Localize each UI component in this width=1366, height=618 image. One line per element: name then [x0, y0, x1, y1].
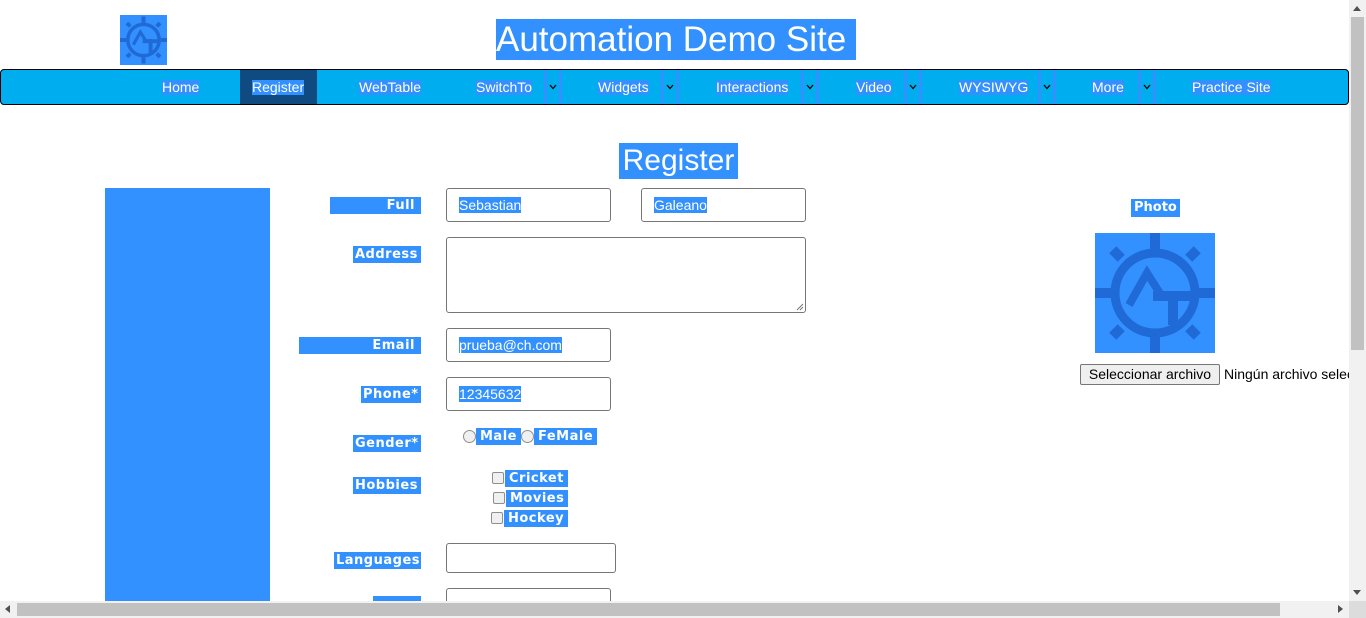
nav-more-dropdown[interactable] [1138, 70, 1156, 104]
nav-register[interactable]: Register [240, 70, 317, 104]
hobbies-label: Hobbies [353, 477, 421, 494]
nav-webtable-label: WebTable [359, 79, 422, 95]
languages-multiselect[interactable] [446, 543, 616, 573]
hobby-cricket-label: Cricket [505, 470, 568, 487]
file-status-text: Ningún archivo seleccionado [1224, 366, 1349, 382]
scroll-left-icon[interactable] [5, 605, 10, 613]
languages-label: Languages [334, 552, 421, 569]
gender-male-label: Male [476, 428, 521, 445]
chevron-down-icon [1043, 84, 1051, 90]
nav-home[interactable]: Home [162, 70, 204, 104]
hobby-movies-checkbox[interactable] [493, 492, 505, 504]
nav-more-label: More [1092, 79, 1124, 95]
hobby-movies-label: Movies [506, 490, 569, 507]
nav-webtable[interactable]: WebTable [359, 70, 429, 104]
phone-value: 12345632 [459, 386, 522, 402]
nav-switchto[interactable]: SwitchTo [476, 70, 536, 104]
skills-select[interactable] [446, 588, 611, 601]
site-title: Automation Demo Site [496, 19, 857, 60]
nav-video-dropdown[interactable] [904, 70, 922, 104]
vertical-scroll-thumb[interactable] [1351, 17, 1364, 350]
scroll-right-icon[interactable] [1338, 605, 1343, 613]
hobby-cricket-checkbox[interactable] [492, 472, 504, 484]
address-textarea[interactable] [446, 237, 806, 313]
phone-label: Phone* [361, 386, 421, 403]
nav-interactions[interactable]: Interactions [716, 70, 792, 104]
choose-file-button[interactable]: Seleccionar archivo [1080, 364, 1220, 385]
photo-preview [1095, 233, 1215, 353]
last-name-value: Galeano [654, 197, 707, 213]
nav-switchto-dropdown[interactable] [544, 70, 562, 104]
resize-grip-icon [796, 303, 804, 311]
gear-logo-icon [1095, 233, 1215, 353]
hobby-hockey-label: Hockey [504, 510, 569, 527]
nav-wysiwyg-label: WYSIWYG [959, 79, 1029, 95]
nav-widgets-label: Widgets [598, 79, 649, 95]
hobby-hockey-checkbox[interactable] [491, 512, 503, 524]
nav-widgets-dropdown[interactable] [661, 70, 679, 104]
page-title: Register [619, 143, 738, 179]
gear-logo-icon [120, 16, 167, 64]
left-sidebar [105, 188, 270, 602]
nav-switchto-label: SwitchTo [476, 79, 533, 95]
photo-label: Photo [1131, 199, 1180, 217]
chevron-down-icon [1143, 84, 1151, 90]
nav-video[interactable]: Video [856, 70, 896, 104]
chevron-down-icon [549, 84, 557, 90]
nav-widgets[interactable]: Widgets [598, 70, 653, 104]
nav-interactions-dropdown[interactable] [801, 70, 819, 104]
scrollbar-corner [1349, 601, 1366, 618]
address-label: Address [353, 246, 421, 263]
last-name-input[interactable]: Galeano [641, 188, 806, 222]
first-name-input[interactable]: Sebastian [446, 188, 611, 222]
site-logo [120, 15, 167, 65]
nav-wysiwyg[interactable]: WYSIWYG [959, 70, 1029, 104]
nav-wysiwyg-dropdown[interactable] [1038, 70, 1056, 104]
nav-practice-site[interactable]: Practice Site [1192, 70, 1276, 104]
nav-home-label: Home [162, 79, 200, 95]
chevron-down-icon [909, 84, 917, 90]
email-value: prueba@ch.com [459, 337, 562, 353]
nav-more[interactable]: More [1092, 70, 1130, 104]
gender-female-label: FeMale [534, 428, 598, 445]
phone-input[interactable]: 12345632 [446, 377, 611, 411]
nav-interactions-label: Interactions [716, 79, 789, 95]
scroll-down-icon[interactable] [1353, 590, 1361, 595]
gender-female-radio[interactable] [521, 430, 534, 443]
gender-label: Gender* [353, 435, 421, 452]
scroll-up-icon[interactable] [1353, 6, 1361, 11]
nav-register-label: Register [252, 79, 305, 95]
nav-video-label: Video [856, 79, 892, 95]
chevron-down-icon [666, 84, 674, 90]
email-input[interactable]: prueba@ch.com [446, 328, 611, 362]
main-nav: Home Register WebTable SwitchTo Widgets … [0, 69, 1349, 105]
full-name-label: Full Name* [330, 197, 421, 230]
horizontal-scroll-thumb[interactable] [17, 603, 1280, 616]
first-name-value: Sebastian [459, 197, 522, 213]
nav-practice-site-label: Practice Site [1192, 79, 1271, 95]
email-label: Email address* [299, 337, 421, 370]
file-status-clip: Ningún archivo seleccionado [1224, 366, 1349, 384]
chevron-down-icon [806, 84, 814, 90]
gender-male-radio[interactable] [463, 430, 476, 443]
